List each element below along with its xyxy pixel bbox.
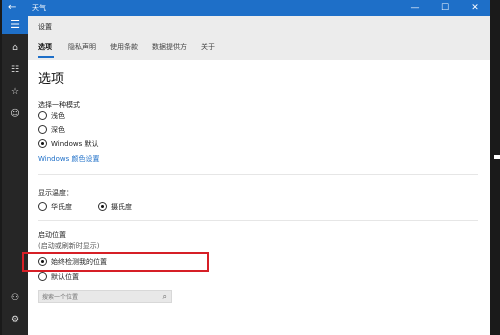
divider <box>38 174 478 175</box>
settings-header: 设置 选项 隐私声明 使用条款 数据提供方 关于 <box>28 16 490 60</box>
mode-section-label: 选择一种模式 <box>38 101 80 109</box>
launch-location-sublabel: (启动或刷新时显示) <box>38 242 100 250</box>
radio-button[interactable] <box>38 272 47 281</box>
radio-label: 浅色 <box>51 112 65 120</box>
radio-label: 摄氏度 <box>111 203 132 211</box>
back-arrow-icon[interactable]: ← <box>8 1 16 15</box>
maximize-button[interactable]: ☐ <box>430 0 460 16</box>
location-search-input[interactable] <box>42 292 154 302</box>
radio-light-mode[interactable]: 浅色 <box>38 110 158 122</box>
gear-icon[interactable]: ⚙ <box>2 310 28 330</box>
radio-celsius[interactable]: 摄氏度 <box>98 201 158 213</box>
active-tab-indicator <box>38 56 54 58</box>
annotation-highlight-box <box>22 252 209 272</box>
user-icon[interactable]: ⚇ <box>2 288 28 308</box>
launch-location-label: 启动位置 <box>38 231 66 239</box>
divider <box>38 220 478 221</box>
title-bar: ← 天气 — ☐ ✕ <box>2 0 490 16</box>
desktop-edge-mark <box>494 155 500 159</box>
radio-button[interactable] <box>38 125 47 134</box>
minimize-button[interactable]: — <box>400 0 430 16</box>
location-search-box[interactable]: ⌕ <box>38 290 172 303</box>
app-title: 天气 <box>32 4 46 12</box>
radio-label: Windows 默认 <box>51 140 99 148</box>
weather-settings-window: ← 天气 — ☐ ✕ ☰ ⌂ ☷ ☆ ☺ ⚇ ⚙ 设置 选项 隐私声明 使用条款… <box>2 0 490 335</box>
radio-dark-mode[interactable]: 深色 <box>38 124 158 136</box>
sidebar: ☰ ⌂ ☷ ☆ ☺ ⚇ ⚙ <box>2 16 28 335</box>
header-title: 设置 <box>38 23 52 31</box>
tab-privacy[interactable]: 隐私声明 <box>68 42 96 52</box>
radio-button[interactable] <box>38 111 47 120</box>
temperature-section-label: 显示温度： <box>38 189 73 197</box>
windows-color-settings-link[interactable]: Windows 颜色设置 <box>38 154 99 164</box>
tab-data-providers[interactable]: 数据提供方 <box>152 42 187 52</box>
hamburger-menu-icon[interactable]: ☰ <box>2 16 28 34</box>
tab-terms[interactable]: 使用条款 <box>110 42 138 52</box>
home-icon[interactable]: ⌂ <box>2 38 28 58</box>
radio-fahrenheit[interactable]: 华氏度 <box>38 201 98 213</box>
radio-windows-default[interactable]: Windows 默认 <box>38 138 158 150</box>
settings-content: 选项 选择一种模式 浅色 深色 Windows 默认 Windows 颜色设置 … <box>28 60 490 335</box>
smile-icon[interactable]: ☺ <box>2 104 28 124</box>
search-icon[interactable]: ⌕ <box>163 292 167 302</box>
close-button[interactable]: ✕ <box>460 0 490 16</box>
tab-options[interactable]: 选项 <box>38 42 52 52</box>
star-icon[interactable]: ☆ <box>2 82 28 102</box>
radio-label: 华氏度 <box>51 203 72 211</box>
page-title: 选项 <box>38 72 65 87</box>
list-icon[interactable]: ☷ <box>2 60 28 80</box>
radio-button[interactable] <box>38 202 47 211</box>
tab-about[interactable]: 关于 <box>201 42 215 52</box>
radio-button-checked[interactable] <box>98 202 107 211</box>
radio-label: 深色 <box>51 126 65 134</box>
radio-default-location[interactable]: 默认位置 <box>38 271 178 283</box>
radio-label: 默认位置 <box>51 273 79 281</box>
radio-button-checked[interactable] <box>38 139 47 148</box>
